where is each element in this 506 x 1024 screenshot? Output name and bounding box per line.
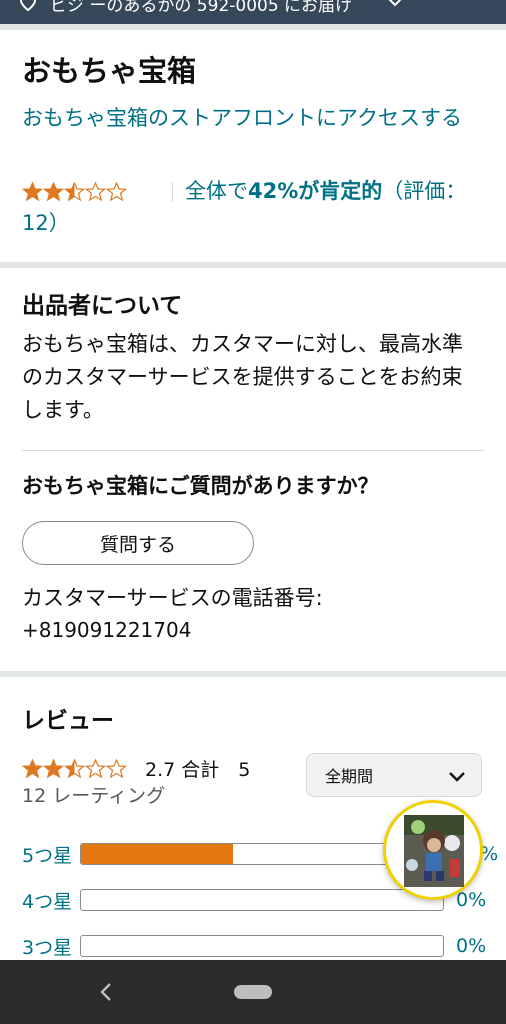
location-pin-icon	[19, 0, 37, 12]
star-icon	[85, 759, 106, 779]
star-icon	[22, 759, 43, 779]
rating-prefix: 全体で	[185, 179, 248, 203]
store-card: おもちゃ宝箱 おもちゃ宝箱のストアフロントにアクセスする 全体で42%が肯定的（…	[0, 30, 506, 262]
home-pill-button[interactable]	[234, 985, 272, 999]
customer-service-phone-number[interactable]: +819091221704	[22, 618, 191, 642]
chevron-down-icon	[449, 772, 465, 782]
period-select[interactable]: 全期間	[306, 753, 482, 797]
rating-bar-fill	[81, 844, 234, 864]
back-icon[interactable]	[94, 978, 118, 1006]
reviews-rating-count: 12 レーティング	[22, 785, 166, 807]
about-seller-text: おもちゃ宝箱は、カスタマーに対し、最高水準のカスタマーサービスを提供することをお…	[22, 332, 463, 422]
star-icon	[64, 759, 85, 779]
floating-product-thumbnail[interactable]	[383, 800, 483, 900]
seller-card: 出品者について おもちゃ宝箱は、カスタマーに対し、最高水準のカスタマーサービスを…	[0, 268, 506, 671]
ask-question-button[interactable]: 質問する	[22, 521, 254, 565]
reviews-average-stars	[22, 759, 127, 779]
divider	[22, 450, 484, 451]
rating-bar-row[interactable]: 3つ星 0%	[22, 933, 486, 960]
period-select-value: 全期間	[325, 767, 374, 786]
seller-question-title: おもちゃ宝箱にご質問がありますか？	[22, 474, 379, 498]
delivery-location-text: ビジ ーのあるかの 592-0005 にお届け	[50, 0, 353, 16]
store-rating-summary[interactable]: 全体で42%が肯定的（評価：12）	[22, 175, 482, 239]
star-icon	[43, 759, 64, 779]
rating-bar-percent: 0%	[456, 935, 487, 957]
customer-service-phone-label: カスタマーサービスの電話番号:	[22, 586, 323, 610]
delivery-location-bar[interactable]: ビジ ーのあるかの 592-0005 にお届け	[0, 0, 506, 24]
store-title: おもちゃ宝箱	[22, 54, 197, 88]
rating-bar-label[interactable]: 5つ星	[22, 841, 72, 868]
rating-separator	[172, 182, 173, 202]
chevron-down-icon	[388, 0, 402, 7]
reviews-title: レビュー	[22, 708, 114, 734]
storefront-link[interactable]: おもちゃ宝箱のストアフロントにアクセスする	[22, 102, 472, 134]
rating-positive: 42%が肯定的	[248, 179, 383, 203]
product-image	[404, 815, 464, 887]
rating-bar-track	[80, 935, 444, 957]
system-navigation-bar	[0, 960, 506, 1024]
rating-bar-track	[80, 889, 444, 911]
star-icon	[106, 759, 127, 779]
rating-bar-label[interactable]: 4つ星	[22, 887, 72, 914]
reviews-average-summary: 2.7 合計 5	[145, 759, 251, 781]
rating-bar-label[interactable]: 3つ星	[22, 933, 72, 960]
about-seller-title: 出品者について	[22, 293, 183, 319]
rating-bar-percent: 0%	[456, 889, 487, 911]
